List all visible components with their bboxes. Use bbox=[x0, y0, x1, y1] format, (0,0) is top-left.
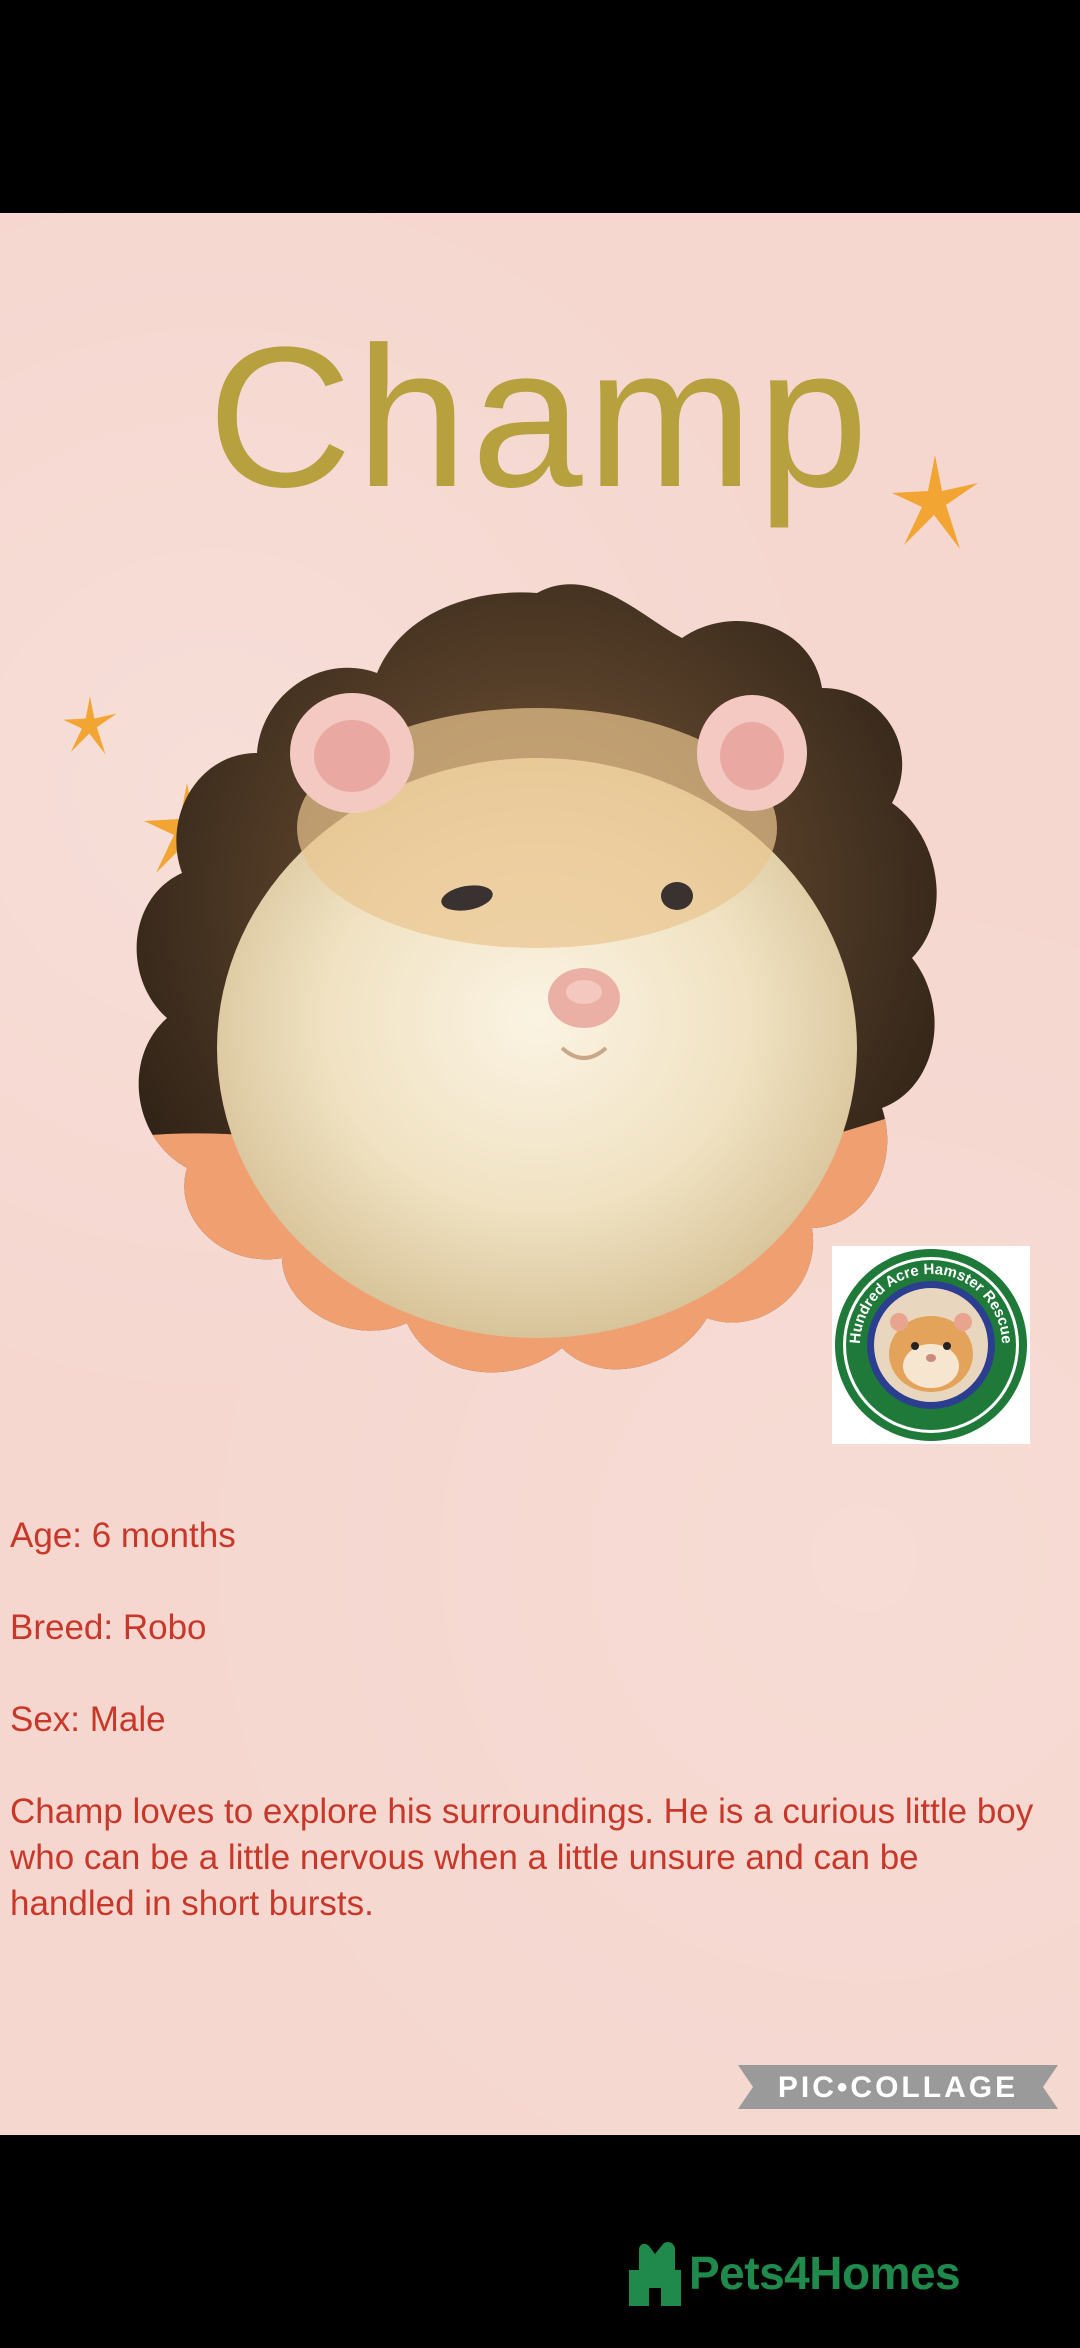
pets4homes-logo-icon bbox=[629, 2242, 681, 2306]
brand-name: Pets4Homes bbox=[689, 2247, 961, 2299]
rescue-badge-logo: Hundred Acre Hamster Rescue bbox=[832, 1246, 1030, 1444]
breed-text: Breed: Robo bbox=[10, 1608, 207, 1647]
hamster-photo bbox=[122, 578, 952, 1378]
watermark-text: PIC•COLLAGE bbox=[778, 2071, 1018, 2104]
pet-profile-card: Champ Hundred Acre Hamster Rescue Age: 6… bbox=[0, 213, 1080, 2135]
pets4homes-logo[interactable]: Pets4Homes bbox=[625, 2238, 1025, 2308]
description-text: Champ loves to explore his surroundings.… bbox=[10, 1792, 1034, 1923]
sparkle-star-icon bbox=[63, 696, 117, 755]
pet-info: Age: 6 months Breed: Robo Sex: Male Cham… bbox=[10, 1513, 1050, 1927]
pic-collage-watermark: PIC•COLLAGE bbox=[738, 2065, 1058, 2109]
sex-text: Sex: Male bbox=[10, 1700, 166, 1739]
sparkle-star-icon bbox=[892, 455, 978, 549]
age-text: Age: 6 months bbox=[10, 1516, 236, 1555]
